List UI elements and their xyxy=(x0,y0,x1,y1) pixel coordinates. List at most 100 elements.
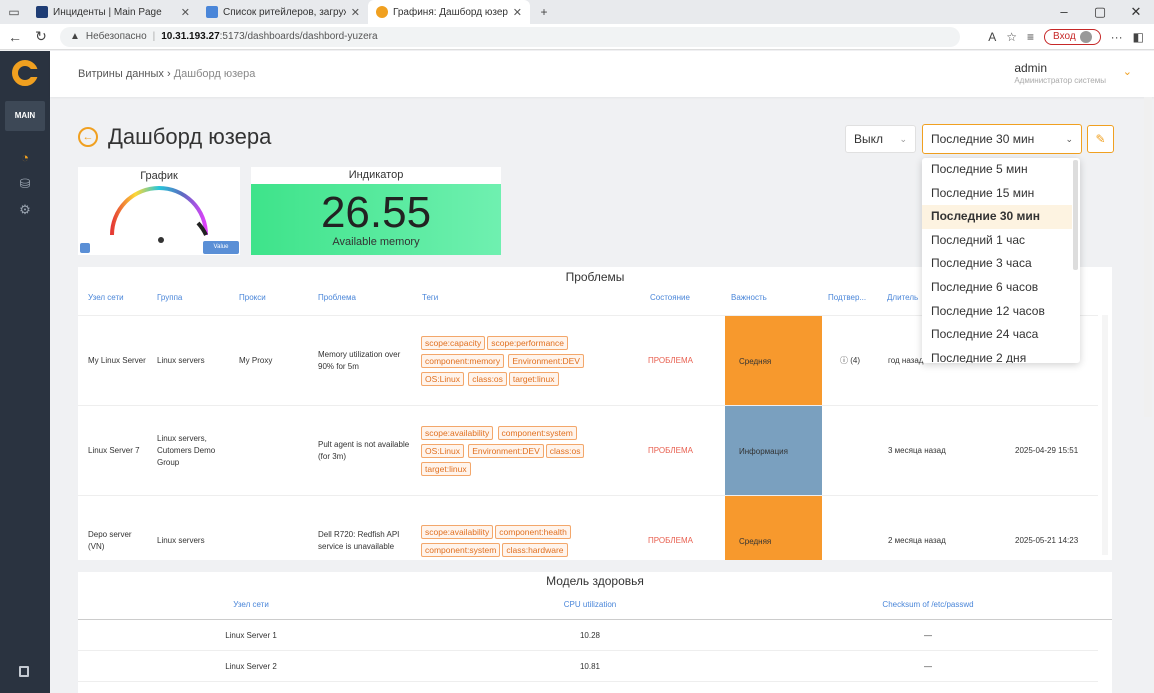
more-menu-icon[interactable]: ··· xyxy=(1111,30,1123,44)
tag-chip[interactable]: class:os xyxy=(545,443,585,458)
health-title: Модель здоровья xyxy=(546,574,644,588)
chevron-down-icon[interactable]: ⌄ xyxy=(1123,65,1132,78)
browser-tab-bar: ▭ Инциденты | Main Page ✕ Список ритейле… xyxy=(0,0,1154,24)
column-header[interactable]: Проблема xyxy=(318,293,356,302)
cell-problem[interactable]: Pult agent is not available (for 3m) xyxy=(318,439,413,463)
tag-chip[interactable]: class:hardware xyxy=(502,542,568,557)
tag-chip[interactable]: scope:performance xyxy=(487,335,568,350)
back-arrow-icon[interactable]: ← xyxy=(4,29,26,45)
period-option[interactable]: Последние 5 мин xyxy=(922,158,1072,182)
tag-chip[interactable]: OS:Linux xyxy=(421,371,464,386)
sidebar-toggle-icon[interactable]: ◧ xyxy=(1133,30,1144,44)
gauge-value-badge[interactable]: Value xyxy=(203,241,239,254)
browser-tab-retailers[interactable]: Список ритейлеров, загружаемых ✕ xyxy=(198,0,368,24)
period-option[interactable]: Последние 2 дня xyxy=(922,347,1072,363)
close-tab-icon[interactable]: ✕ xyxy=(181,6,190,19)
user-menu[interactable]: admin Администратор системы xyxy=(1014,61,1106,85)
pencil-icon: ✎ xyxy=(1095,132,1106,146)
indicator-title: Индикатор xyxy=(251,167,501,184)
column-header[interactable]: Прокси xyxy=(239,293,266,302)
tag-chip[interactable]: Environment:DEV xyxy=(468,443,544,458)
tag-chip[interactable]: Environment:DEV xyxy=(508,353,584,368)
settings-gear-icon[interactable]: ⚙ xyxy=(0,197,50,223)
back-circle-icon[interactable]: ← xyxy=(78,127,98,147)
column-header[interactable]: Узел сети xyxy=(88,293,124,302)
period-option[interactable]: Последний 1 час xyxy=(922,229,1072,253)
edit-dashboard-button[interactable]: ✎ xyxy=(1087,125,1114,153)
read-aloud-icon[interactable]: A xyxy=(988,30,996,44)
new-tab-button[interactable]: + xyxy=(530,0,558,24)
maximize-icon[interactable]: ▢ xyxy=(1082,4,1118,20)
tag-chip[interactable]: class:os xyxy=(468,371,507,386)
breadcrumb-root[interactable]: Витрины данных xyxy=(78,68,164,80)
problems-scrollbar[interactable] xyxy=(1102,315,1108,555)
tag-chip[interactable]: OS:Linux xyxy=(421,443,464,458)
dropdown-scrollbar[interactable] xyxy=(1073,160,1078,270)
table-row[interactable]: Depo server (VN) Linux servers Dell R720… xyxy=(78,495,1098,560)
favorites-list-icon[interactable]: ≡ xyxy=(1027,30,1034,44)
close-window-icon[interactable]: ✕ xyxy=(1118,4,1154,20)
period-option[interactable]: Последние 3 часа xyxy=(922,252,1072,276)
refresh-select[interactable]: Выкл ⌄ xyxy=(845,125,916,153)
table-row[interactable]: Linux Server 2 10.81 — xyxy=(78,651,1098,682)
dashboard-gauge-icon[interactable]: ◔ xyxy=(0,145,50,171)
tab-favicon-icon xyxy=(206,6,218,18)
chevron-down-icon: ⌄ xyxy=(899,133,907,144)
cell-host[interactable]: My Linux Server xyxy=(88,355,148,367)
table-row[interactable]: Linux Server 7 Linux servers, Cutomers D… xyxy=(78,405,1098,496)
cell-host[interactable]: Linux Server 7 xyxy=(88,445,148,457)
period-option[interactable]: Последние 6 часов xyxy=(922,276,1072,300)
tag-chip[interactable]: scope:availability xyxy=(421,425,494,440)
cell-ack[interactable]: ⓘ (4) xyxy=(840,355,860,367)
tab-favicon-icon xyxy=(376,6,388,18)
cell-host[interactable]: Depo server (VN) xyxy=(88,529,148,553)
tab-favicon-icon xyxy=(36,6,48,18)
tag-chip[interactable]: component:system xyxy=(497,425,577,440)
browser-tab-dashboard[interactable]: Графиня: Дашборд юзера ✕ xyxy=(368,0,530,24)
period-select[interactable]: Последние 30 мин ⌄ xyxy=(922,124,1082,154)
period-option[interactable]: Последние 15 мин xyxy=(922,182,1072,206)
tag-chip[interactable]: component:health xyxy=(495,524,571,539)
column-header[interactable]: Группа xyxy=(157,293,182,302)
column-header[interactable]: Длитель xyxy=(887,293,918,302)
tab-actions-icon[interactable]: ▭ xyxy=(0,0,28,24)
browser-tab-incidents[interactable]: Инциденты | Main Page ✕ xyxy=(28,0,198,24)
favorite-star-icon[interactable]: ☆ xyxy=(1006,30,1017,44)
column-header[interactable]: Подтвер... xyxy=(828,293,866,302)
period-option-selected[interactable]: Последние 30 мин xyxy=(922,205,1072,229)
column-header[interactable]: Состояние xyxy=(650,293,690,302)
column-header[interactable]: CPU utilization xyxy=(564,600,616,609)
cell-group: Linux servers xyxy=(157,535,205,545)
tag-chip[interactable]: component:memory xyxy=(421,353,505,368)
cell-problem[interactable]: Dell R720: Redfish API service is unavai… xyxy=(318,529,413,553)
minimize-icon[interactable]: – xyxy=(1046,4,1082,20)
column-header[interactable]: Узел сети xyxy=(233,600,269,609)
collapse-sidebar-icon[interactable] xyxy=(19,666,29,677)
dashboard-title-row: ← Дашборд юзера xyxy=(78,124,271,150)
cell-cpu: 10.81 xyxy=(579,662,601,671)
login-button[interactable]: Вход xyxy=(1044,28,1101,45)
tag-chip[interactable]: scope:availability xyxy=(421,524,494,539)
page-scrollbar[interactable] xyxy=(1144,97,1152,417)
tag-chip[interactable]: target:linux xyxy=(421,461,471,476)
close-tab-icon[interactable]: ✕ xyxy=(513,6,522,19)
period-option[interactable]: Последние 24 часа xyxy=(922,323,1072,347)
indicator-body: 26.55 Available memory xyxy=(251,184,501,255)
app-logo[interactable] xyxy=(0,51,50,95)
column-header[interactable]: Checksum of /etc/passwd xyxy=(882,600,973,609)
column-header[interactable]: Теги xyxy=(422,293,438,302)
table-row[interactable]: Linux Server 1 10.28 — xyxy=(78,620,1098,651)
tag-chip[interactable]: target:linux xyxy=(508,371,559,386)
main-workspace-label[interactable]: MAIN xyxy=(5,101,45,131)
window-controls: – ▢ ✕ xyxy=(1046,4,1154,20)
url-field[interactable]: ▲ Небезопасно | 10.31.193.27:5173/dashbo… xyxy=(60,26,960,47)
period-option[interactable]: Последние 12 часов xyxy=(922,300,1072,324)
gauge-settings-icon[interactable] xyxy=(80,243,90,253)
column-header[interactable]: Важность xyxy=(731,293,767,302)
database-icon[interactable]: ⛁ xyxy=(0,171,50,197)
cell-problem[interactable]: Memory utilization over 90% for 5m xyxy=(318,349,413,373)
reload-icon[interactable]: ↻ xyxy=(30,28,52,45)
tag-chip[interactable]: component:system xyxy=(421,542,501,557)
close-tab-icon[interactable]: ✕ xyxy=(351,6,360,19)
tag-chip[interactable]: scope:capacity xyxy=(421,335,486,350)
